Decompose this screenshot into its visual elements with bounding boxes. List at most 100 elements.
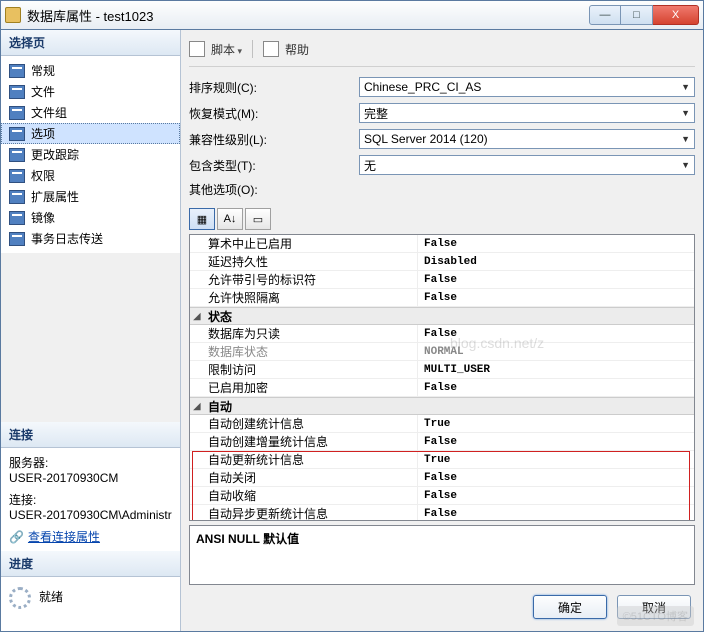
chevron-down-icon: ▼ <box>681 134 690 144</box>
ready-label: 就绪 <box>39 590 63 604</box>
progress-header: 进度 <box>1 551 180 577</box>
help-icon <box>263 41 279 57</box>
window-title: 数据库属性 - test1023 <box>27 6 589 25</box>
conn-label: 连接: <box>9 491 172 508</box>
ok-button[interactable]: 确定 <box>533 595 607 619</box>
property-name: 允许带引号的标识符 <box>204 271 418 288</box>
property-value[interactable]: MULTI_USER <box>418 364 694 376</box>
cancel-button[interactable]: 取消 <box>617 595 691 619</box>
nav-item-options[interactable]: 选项 <box>1 123 180 144</box>
property-name: 算术中止已启用 <box>204 235 418 252</box>
property-row[interactable]: 允许带引号的标识符False <box>190 271 694 289</box>
nav-label: 镜像 <box>31 209 55 226</box>
property-row[interactable]: 自动创建增量统计信息False <box>190 433 694 451</box>
page-icon <box>9 190 25 204</box>
page-icon <box>9 127 25 141</box>
recovery-label: 恢复模式(M): <box>189 105 359 122</box>
spinner-icon <box>9 587 31 609</box>
page-icon <box>9 169 25 183</box>
chevron-down-icon: ▼ <box>681 108 690 118</box>
property-row[interactable]: 数据库状态NORMAL <box>190 343 694 361</box>
recovery-value: 完整 <box>364 105 388 122</box>
help-button[interactable]: 帮助 <box>285 41 309 58</box>
property-name: 允许快照隔离 <box>204 289 418 306</box>
property-row[interactable]: 自动关闭False <box>190 469 694 487</box>
dialog-buttons: 确定 取消 ©51CTO博客 <box>189 585 695 623</box>
category-row[interactable]: ◢状态 <box>190 307 694 325</box>
property-value[interactable]: False <box>418 472 694 484</box>
script-button[interactable]: 脚本 <box>211 41 242 58</box>
property-row[interactable]: 已启用加密False <box>190 379 694 397</box>
separator <box>252 40 253 58</box>
property-name: 数据库为只读 <box>204 325 418 342</box>
property-value[interactable]: Disabled <box>418 256 694 268</box>
compat-select[interactable]: SQL Server 2014 (120)▼ <box>359 129 695 149</box>
expand-icon: ◢ <box>190 311 204 322</box>
property-value[interactable]: True <box>418 454 694 466</box>
property-value[interactable]: True <box>418 418 694 430</box>
compat-label: 兼容性级别(L): <box>189 131 359 148</box>
property-row[interactable]: 延迟持久性Disabled <box>190 253 694 271</box>
contain-select[interactable]: 无▼ <box>359 155 695 175</box>
page-icon <box>9 148 25 162</box>
nav-item-changetracking[interactable]: 更改跟踪 <box>1 144 180 165</box>
select-page-header: 选择页 <box>1 30 180 56</box>
property-value[interactable]: False <box>418 436 694 448</box>
property-row[interactable]: 限制访问MULTI_USER <box>190 361 694 379</box>
propgrid-pages-button[interactable]: ▭ <box>245 208 271 230</box>
property-value[interactable]: False <box>418 328 694 340</box>
expand-icon: ◢ <box>190 401 204 412</box>
collation-row: 排序规则(C): Chinese_PRC_CI_AS▼ <box>189 77 695 97</box>
property-value[interactable]: False <box>418 490 694 502</box>
propgrid-toolbar: ▦ A↓ ▭ <box>189 208 695 230</box>
view-connection-link[interactable]: 查看连接属性 <box>28 530 100 544</box>
property-name: 自动收缩 <box>204 487 418 504</box>
maximize-button[interactable]: □ <box>621 5 653 25</box>
property-row[interactable]: 数据库为只读False <box>190 325 694 343</box>
recovery-select[interactable]: 完整 ▼ <box>359 103 695 123</box>
property-name: 数据库状态 <box>204 343 418 360</box>
db-icon <box>5 7 21 23</box>
property-row[interactable]: 自动收缩False <box>190 487 694 505</box>
script-icon <box>189 41 205 57</box>
nav-item-files[interactable]: 文件 <box>1 81 180 102</box>
property-row[interactable]: 自动异步更新统计信息False <box>190 505 694 521</box>
nav-label: 事务日志传送 <box>31 230 103 247</box>
page-icon <box>9 85 25 99</box>
conn-value: USER-20170930CM\Administrat <box>9 508 172 522</box>
nav-item-mirroring[interactable]: 镜像 <box>1 207 180 228</box>
nav-item-extended[interactable]: 扩展属性 <box>1 186 180 207</box>
window-buttons: — □ X <box>589 5 699 25</box>
nav-label: 文件 <box>31 83 55 100</box>
property-row[interactable]: 算术中止已启用False <box>190 235 694 253</box>
chevron-down-icon: ▼ <box>681 82 690 92</box>
property-value[interactable]: False <box>418 238 694 250</box>
property-value[interactable]: False <box>418 508 694 520</box>
nav-label: 常规 <box>31 62 55 79</box>
property-row[interactable]: 自动创建统计信息True <box>190 415 694 433</box>
nav-item-filegroups[interactable]: 文件组 <box>1 102 180 123</box>
collation-label: 排序规则(C): <box>189 79 359 96</box>
nav-item-logshipping[interactable]: 事务日志传送 <box>1 228 180 249</box>
server-label: 服务器: <box>9 454 172 471</box>
minimize-button[interactable]: — <box>589 5 621 25</box>
alphabetical-button[interactable]: A↓ <box>217 208 243 230</box>
chevron-down-icon: ▼ <box>681 160 690 170</box>
property-row[interactable]: 允许快照隔离False <box>190 289 694 307</box>
page-icon <box>9 106 25 120</box>
nav-label: 权限 <box>31 167 55 184</box>
collation-select[interactable]: Chinese_PRC_CI_AS▼ <box>359 77 695 97</box>
nav-item-permissions[interactable]: 权限 <box>1 165 180 186</box>
property-grid[interactable]: blog.csdn.net/z 算术中止已启用False延迟持久性Disable… <box>189 234 695 521</box>
property-value[interactable]: NORMAL <box>418 346 694 358</box>
property-value[interactable]: False <box>418 382 694 394</box>
close-button[interactable]: X <box>653 5 699 25</box>
property-name: 自动创建统计信息 <box>204 415 418 432</box>
nav-label: 更改跟踪 <box>31 146 79 163</box>
categorized-button[interactable]: ▦ <box>189 208 215 230</box>
category-row[interactable]: ◢自动 <box>190 397 694 415</box>
property-row[interactable]: 自动更新统计信息True <box>190 451 694 469</box>
nav-item-general[interactable]: 常规 <box>1 60 180 81</box>
property-value[interactable]: False <box>418 274 694 286</box>
property-value[interactable]: False <box>418 292 694 304</box>
